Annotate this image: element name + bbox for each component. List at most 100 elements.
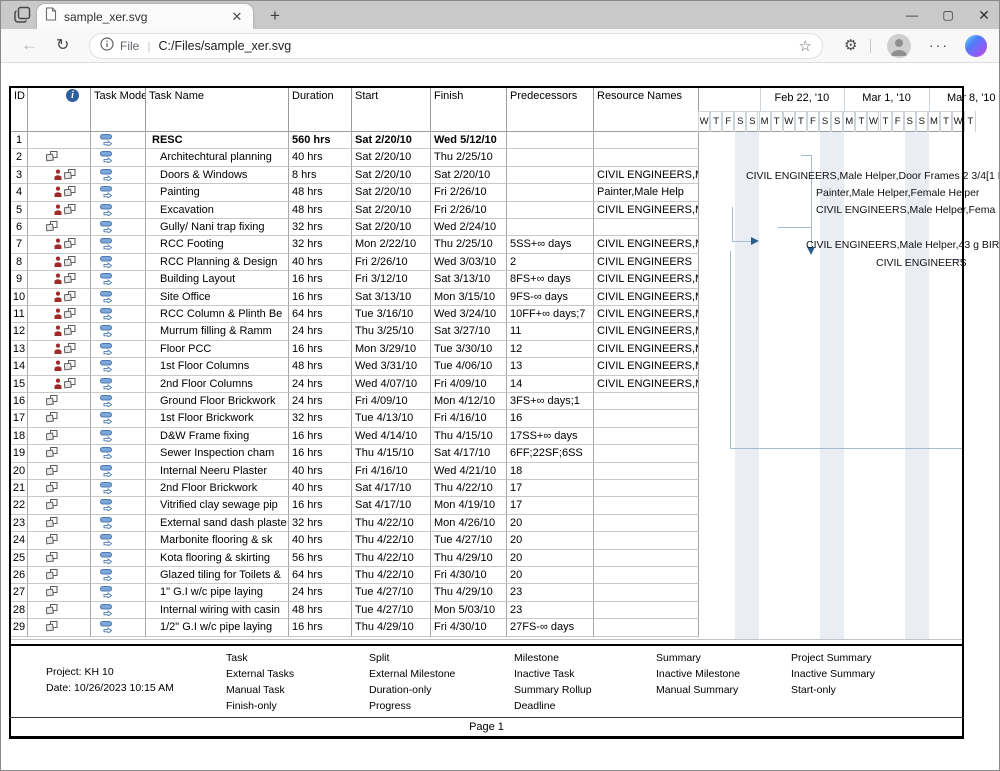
column-header-res: Resource Names bbox=[594, 86, 699, 132]
person-icon bbox=[54, 308, 62, 319]
mode-icon bbox=[100, 517, 114, 529]
cell-pred: 6FF;22SF;6SS bbox=[507, 445, 594, 462]
cell-ind bbox=[28, 184, 91, 201]
cell-id: 9 bbox=[11, 271, 28, 288]
cell-start: Wed 4/07/10 bbox=[352, 376, 431, 393]
cell-res bbox=[594, 428, 699, 445]
cell-ind bbox=[28, 306, 91, 323]
table-row: 141st Floor Columns48 hrsWed 3/31/10Tue … bbox=[11, 358, 699, 375]
cell-ind bbox=[28, 532, 91, 549]
cell-id: 3 bbox=[11, 167, 28, 184]
minimize-button[interactable]: — bbox=[905, 8, 919, 22]
timeline-day-cell: W bbox=[867, 111, 879, 132]
browser-essentials-icon[interactable]: ⚙ bbox=[844, 36, 857, 54]
back-icon[interactable]: ← bbox=[21, 35, 38, 55]
cell-pred: 16 bbox=[507, 410, 594, 427]
cell-finish: Wed 2/24/10 bbox=[431, 219, 507, 236]
cell-res: Painter,Male Help bbox=[594, 184, 699, 201]
cell-start: Sat 4/17/10 bbox=[352, 480, 431, 497]
cell-finish: Wed 4/21/10 bbox=[431, 463, 507, 480]
cell-pred: 5SS+∞ days bbox=[507, 236, 594, 253]
copy-icon bbox=[46, 151, 58, 162]
copy-icon bbox=[64, 273, 76, 284]
cell-dur: 48 hrs bbox=[289, 358, 352, 375]
copy-icon bbox=[46, 221, 58, 232]
browser-tab[interactable]: sample_xer.svg ✕ bbox=[37, 4, 253, 29]
cell-dur: 32 hrs bbox=[289, 219, 352, 236]
cell-ind bbox=[28, 219, 91, 236]
cell-pred: 9FS-∞ days bbox=[507, 289, 594, 306]
cell-pred: 27FS-∞ days bbox=[507, 619, 594, 636]
person-icon bbox=[54, 378, 62, 389]
table-row: 25Kota flooring & skirting56 hrsThu 4/22… bbox=[11, 550, 699, 567]
link-line bbox=[801, 155, 811, 156]
table-row: 28Internal wiring with casin48 hrsTue 4/… bbox=[11, 602, 699, 619]
site-info-icon[interactable] bbox=[100, 37, 114, 56]
cell-finish: Wed 3/03/10 bbox=[431, 254, 507, 271]
copy-icon bbox=[64, 169, 76, 180]
tab-close-icon[interactable]: ✕ bbox=[229, 9, 245, 25]
copy-icon bbox=[46, 621, 58, 632]
cell-res: CIVIL ENGINEERS,M bbox=[594, 306, 699, 323]
cell-res bbox=[594, 463, 699, 480]
cell-pred: 14 bbox=[507, 376, 594, 393]
cell-res bbox=[594, 132, 699, 149]
legend-item-label: External Tasks bbox=[226, 668, 294, 680]
maximize-button[interactable]: ▢ bbox=[941, 8, 955, 22]
timeline-day-cell: S bbox=[904, 111, 916, 132]
refresh-icon[interactable]: ↻ bbox=[56, 35, 69, 55]
url-text[interactable]: C:/Files/sample_xer.svg bbox=[158, 39, 798, 53]
timeline-week-label: Mar 1, '10 bbox=[862, 92, 911, 104]
new-tab-button[interactable]: + bbox=[263, 4, 287, 28]
mode-icon bbox=[100, 204, 114, 216]
cell-start: Mon 3/29/10 bbox=[352, 341, 431, 358]
legend-item-label: Manual Summary bbox=[656, 684, 738, 696]
column-header-ind: i bbox=[28, 86, 91, 132]
mode-icon bbox=[100, 430, 114, 442]
cell-id: 1 bbox=[11, 132, 28, 149]
cell-mode bbox=[91, 358, 146, 375]
table-row: 22Vitrified clay sewage pip16 hrsSat 4/1… bbox=[11, 497, 699, 514]
cell-mode bbox=[91, 289, 146, 306]
favorites-star-icon[interactable]: ☆ bbox=[799, 37, 812, 55]
workspaces-icon[interactable] bbox=[13, 6, 33, 24]
cell-dur: 56 hrs bbox=[289, 550, 352, 567]
table-row: 16Ground Floor Brickwork24 hrsFri 4/09/1… bbox=[11, 393, 699, 410]
address-bar[interactable]: File | C:/Files/sample_xer.svg ☆ bbox=[89, 33, 823, 59]
window-close-button[interactable]: ✕ bbox=[977, 7, 991, 24]
copilot-icon[interactable] bbox=[965, 35, 987, 57]
cell-start: Sat 2/20/10 bbox=[352, 167, 431, 184]
cell-id: 13 bbox=[11, 341, 28, 358]
browser-toolbar: ← ↻ File | C:/Files/sample_xer.svg ☆ ⚙ ·… bbox=[1, 29, 999, 63]
cell-pred bbox=[507, 202, 594, 219]
cell-id: 6 bbox=[11, 219, 28, 236]
cell-ind bbox=[28, 480, 91, 497]
timeline-day-cell: F bbox=[722, 111, 734, 132]
settings-menu-icon[interactable]: ··· bbox=[929, 37, 949, 53]
cell-pred: 23 bbox=[507, 584, 594, 601]
column-header-name: Task Name bbox=[146, 86, 289, 132]
link-line bbox=[732, 241, 751, 242]
cell-mode bbox=[91, 497, 146, 514]
table-row: 2Architechtural planning40 hrsSat 2/20/1… bbox=[11, 149, 699, 166]
mode-icon bbox=[100, 534, 114, 546]
cell-mode bbox=[91, 532, 146, 549]
cell-res: CIVIL ENGINEERS bbox=[594, 254, 699, 271]
timeline-day-cell: M bbox=[759, 111, 771, 132]
table-row: 13Floor PCC16 hrsMon 3/29/10Tue 3/30/101… bbox=[11, 341, 699, 358]
mode-icon bbox=[100, 569, 114, 581]
mode-icon bbox=[100, 499, 114, 511]
cell-ind bbox=[28, 289, 91, 306]
cell-dur: 48 hrs bbox=[289, 184, 352, 201]
cell-res bbox=[594, 584, 699, 601]
profile-avatar[interactable] bbox=[887, 34, 911, 58]
cell-pred bbox=[507, 219, 594, 236]
cell-name: Sewer Inspection cham bbox=[146, 445, 289, 462]
cell-ind bbox=[28, 358, 91, 375]
cell-name: Glazed tiling for Toilets & bbox=[146, 567, 289, 584]
cell-res: CIVIL ENGINEERS,M bbox=[594, 289, 699, 306]
cell-start: Tue 4/27/10 bbox=[352, 584, 431, 601]
cell-id: 27 bbox=[11, 584, 28, 601]
cell-res bbox=[594, 619, 699, 636]
column-header-pred: Predecessors bbox=[507, 86, 594, 132]
